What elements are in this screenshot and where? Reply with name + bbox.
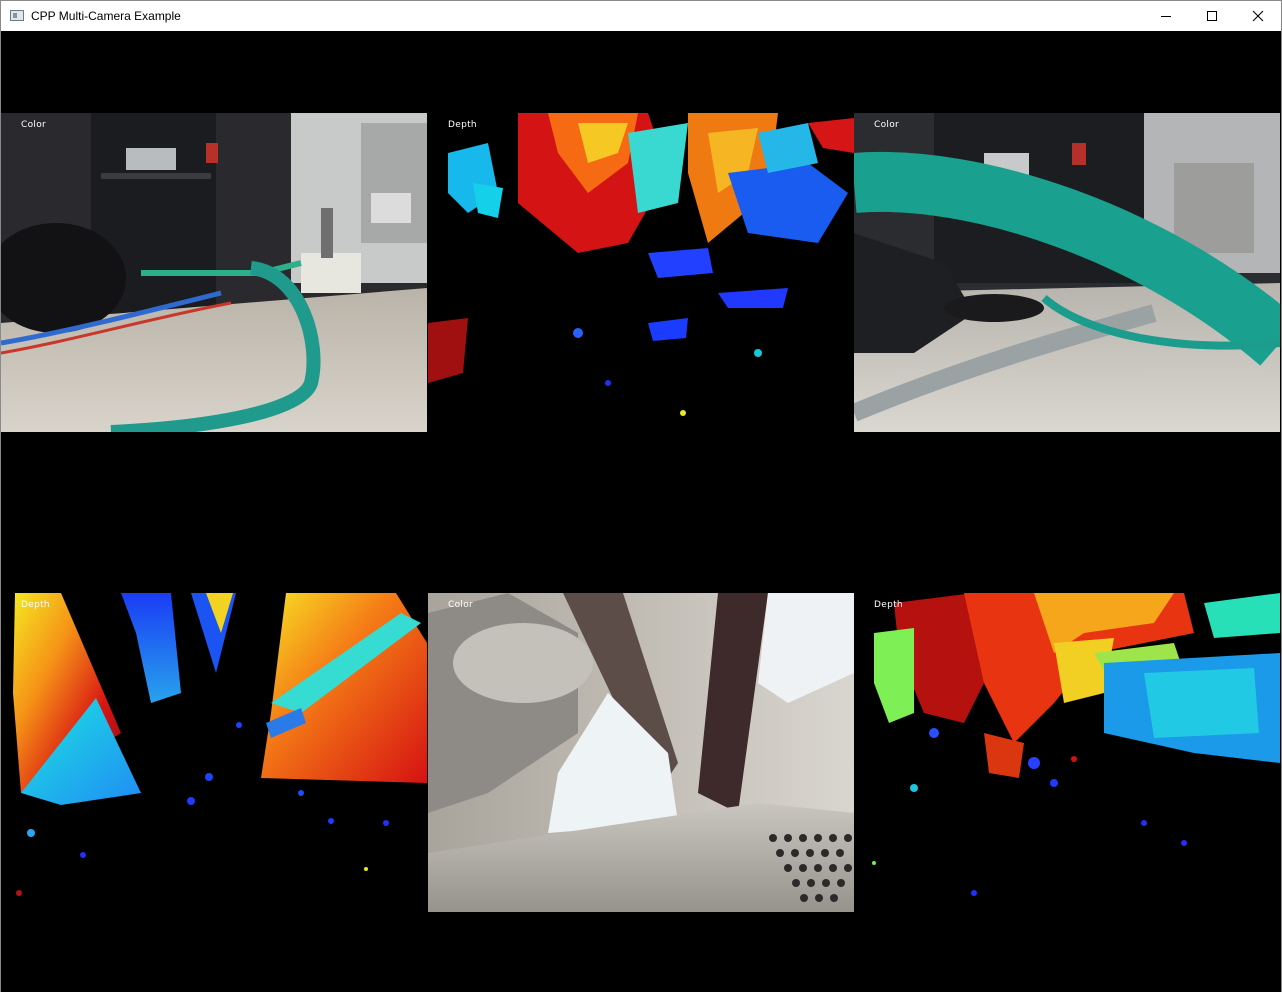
stream-label: Color xyxy=(448,600,473,610)
close-icon xyxy=(1252,10,1264,22)
minimize-icon xyxy=(1161,16,1171,17)
stream-label: Color xyxy=(874,120,899,130)
camera-view-color-1: Color xyxy=(1,113,427,432)
depth-frame-image xyxy=(854,593,1280,912)
maximize-button[interactable] xyxy=(1189,1,1235,31)
stream-label: Color xyxy=(21,120,46,130)
color-frame-image xyxy=(854,113,1280,432)
color-frame-image xyxy=(428,593,854,912)
app-window-icon xyxy=(10,10,24,21)
title-bar[interactable]: CPP Multi-Camera Example xyxy=(1,1,1281,31)
render-area: Color Depth Color Depth Color Depth xyxy=(1,31,1281,992)
minimize-button[interactable] xyxy=(1143,1,1189,31)
stream-label: Depth xyxy=(874,600,903,610)
stream-label: Depth xyxy=(21,600,50,610)
close-button[interactable] xyxy=(1235,1,1281,31)
depth-frame-image xyxy=(428,113,854,432)
camera-view-color-3: Color xyxy=(428,593,854,912)
camera-view-depth-1: Depth xyxy=(428,113,854,432)
maximize-icon xyxy=(1207,11,1217,21)
depth-frame-image xyxy=(1,593,427,912)
window-title: CPP Multi-Camera Example xyxy=(31,9,181,23)
camera-view-depth-3: Depth xyxy=(854,593,1280,912)
color-frame-image xyxy=(1,113,427,432)
camera-view-depth-2: Depth xyxy=(1,593,427,912)
camera-view-color-2: Color xyxy=(854,113,1280,432)
stream-label: Depth xyxy=(448,120,477,130)
app-window: CPP Multi-Camera Example Color Depth Col… xyxy=(0,0,1282,992)
